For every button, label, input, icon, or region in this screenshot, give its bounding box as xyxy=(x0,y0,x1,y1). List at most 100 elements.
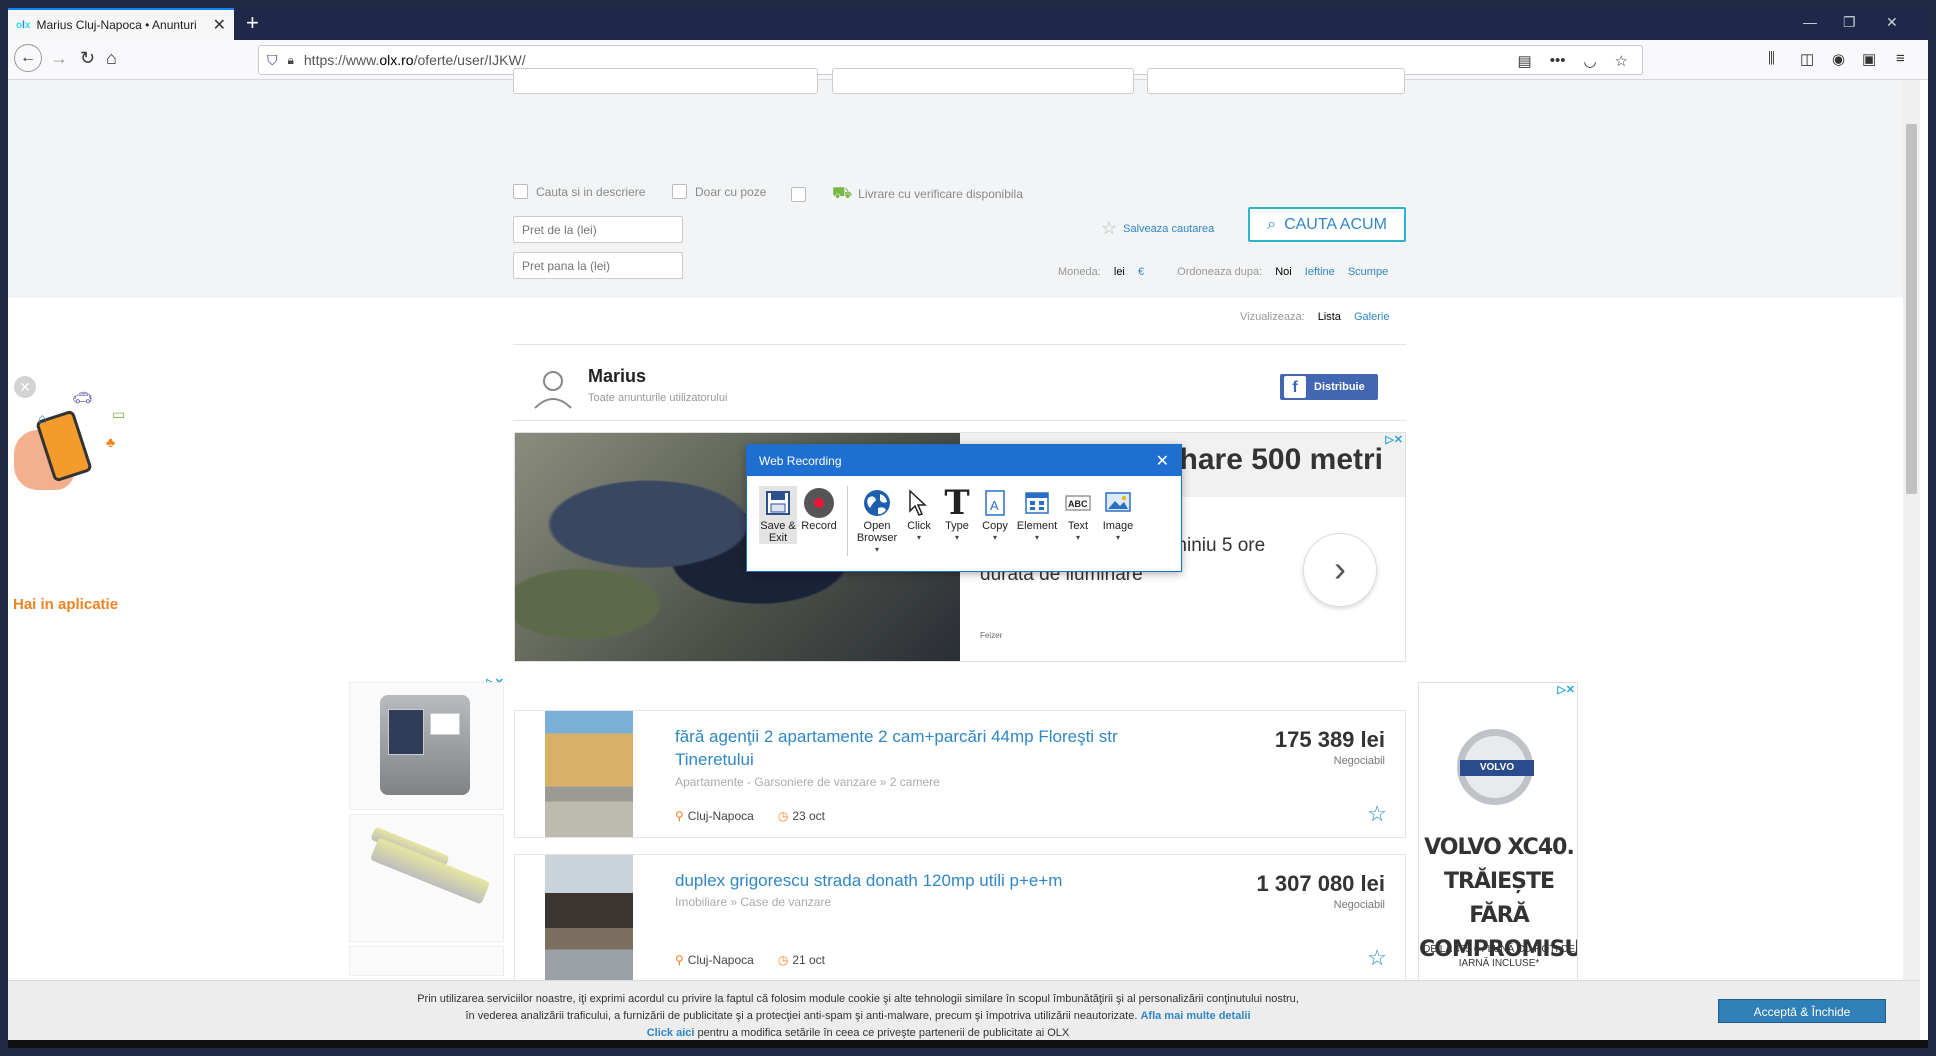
forward-icon[interactable]: → xyxy=(50,48,68,69)
listing-category: Imobiliare » Case de vanzare xyxy=(675,895,832,909)
taskbar xyxy=(8,1040,1928,1048)
user-avatar-icon xyxy=(534,371,572,409)
image-icon xyxy=(1105,492,1131,512)
checkbox-box[interactable] xyxy=(672,184,687,199)
view-gallery[interactable]: Galerie xyxy=(1354,311,1389,323)
extension-icon[interactable]: ▣ xyxy=(1862,50,1876,68)
clock-icon: ◷ xyxy=(777,953,789,967)
accept-cookies-button[interactable]: Acceptă & Închide xyxy=(1718,999,1886,1023)
new-tab-button[interactable]: + xyxy=(246,10,259,36)
scrollbar-thumb[interactable] xyxy=(1906,124,1917,494)
listing-price: 175 389 lei xyxy=(1274,727,1385,752)
favorite-star-icon[interactable]: ☆ xyxy=(1367,801,1387,827)
home-icon[interactable]: ⌂ xyxy=(106,48,117,69)
category-select[interactable] xyxy=(1147,68,1405,94)
save-exit-button[interactable]: Save & Exit xyxy=(759,486,797,544)
tab-close-icon[interactable]: ✕ xyxy=(213,15,226,35)
element-button[interactable]: Element ▾ xyxy=(1014,486,1060,544)
vertical-scrollbar[interactable] xyxy=(1903,80,1920,980)
close-icon[interactable]: ✕ xyxy=(14,376,36,398)
checkbox-box[interactable] xyxy=(791,186,806,202)
reader-view-icon[interactable]: ▤ xyxy=(1518,52,1532,70)
price-to-input[interactable] xyxy=(513,252,683,279)
listing-negotiable: Negociabil xyxy=(1333,899,1385,911)
location-input[interactable] xyxy=(832,68,1134,94)
save-search-link[interactable]: ☆ Salveaza cautarea xyxy=(1101,218,1214,239)
checkbox-box[interactable] xyxy=(513,184,528,199)
library-icon[interactable]: ⫼ xyxy=(1768,50,1775,67)
menu-icon[interactable]: ≡ xyxy=(1896,50,1905,67)
checkbox-delivery[interactable]: ⛟ Livrare cu verificare disponibila xyxy=(791,184,1023,204)
favorite-star-icon[interactable]: ☆ xyxy=(1367,945,1387,971)
checkbox-photos-only[interactable]: Doar cu poze xyxy=(672,184,766,199)
currency-lei[interactable]: lei xyxy=(1114,266,1125,278)
cookie-text-line1: Prin utilizarea serviciilor noastre, iţi… xyxy=(417,993,1299,1005)
url-text[interactable]: https://www.olx.ro/oferte/user/IJKW/ xyxy=(304,52,526,68)
reload-icon[interactable]: ↻ xyxy=(80,48,95,69)
left-side-ad[interactable]: ▷✕ xyxy=(349,677,504,980)
type-icon: T xyxy=(944,483,970,523)
web-recording-panel: Web Recording ✕ Save & Exit Record Open … xyxy=(746,444,1182,572)
sort-new[interactable]: Noi xyxy=(1275,266,1292,278)
account-icon[interactable]: ◉ xyxy=(1832,50,1845,68)
close-icon[interactable]: ✕ xyxy=(1156,451,1169,471)
adchoices-icon[interactable]: ▷✕ xyxy=(1385,433,1403,446)
open-browser-button[interactable]: Open Browser ▾ xyxy=(854,486,900,556)
sort-expensive[interactable]: Scumpe xyxy=(1348,266,1388,278)
bookmark-star-icon[interactable]: ☆ xyxy=(1615,52,1628,70)
element-icon xyxy=(1025,492,1049,514)
web-recording-header[interactable]: Web Recording ✕ xyxy=(747,445,1181,476)
clock-icon: ◷ xyxy=(777,809,789,823)
click-button[interactable]: Click ▾ xyxy=(900,486,938,544)
cookie-text-line3: pentru a modifica setările în ceea ce pr… xyxy=(697,1027,1070,1039)
listing-item[interactable]: fără agenţii 2 apartamente 2 cam+parcări… xyxy=(514,710,1406,838)
right-side-ad[interactable]: ▷✕ VOLVO VOLVO XC40. TRĂIEȘTE FĂRĂ COMPR… xyxy=(1418,682,1578,982)
sort-cheap[interactable]: Ieftine xyxy=(1305,266,1335,278)
adchoices-icon[interactable]: ▷✕ xyxy=(1557,683,1575,696)
cookie-click-here-link[interactable]: Click aici xyxy=(647,1027,695,1039)
more-actions-icon[interactable]: ••• xyxy=(1550,52,1566,70)
search-icon: ⌕ xyxy=(1267,215,1277,233)
text-button[interactable]: ABC Text ▾ xyxy=(1060,486,1096,544)
app-promo[interactable]: ✕ 🚗︎ ⌂ ▭ ♣ xyxy=(8,370,138,520)
listing-thumbnail[interactable] xyxy=(545,711,633,837)
listing-title[interactable]: duplex grigorescu strada donath 120mp ut… xyxy=(675,869,1195,892)
cookie-text-line2: în vederea analizării traficului, a furn… xyxy=(465,1010,1138,1022)
type-button[interactable]: T Type ▾ xyxy=(938,486,976,544)
chevron-right-icon[interactable]: › xyxy=(1303,533,1377,607)
record-button[interactable]: Record xyxy=(797,486,841,532)
minimize-icon[interactable]: — xyxy=(1803,14,1817,30)
search-query-input[interactable] xyxy=(513,68,818,94)
tab-olx[interactable]: olx Marius Cluj-Napoca • Anunturi ✕ xyxy=(8,8,234,40)
search-filters: Cauta si in descriere Doar cu poze ⛟ Liv… xyxy=(8,68,1920,298)
cookie-more-link[interactable]: Afla mai multe detalii xyxy=(1140,1010,1250,1022)
ad-product-lamp[interactable] xyxy=(349,682,504,810)
sidebar-icon[interactable]: ◫ xyxy=(1800,50,1814,68)
checkbox-search-description[interactable]: Cauta si in descriere xyxy=(513,184,645,199)
price-from-input[interactable] xyxy=(513,216,683,243)
window-close-icon[interactable]: ✕ xyxy=(1886,14,1898,31)
facebook-icon: f xyxy=(1284,376,1306,398)
image-button[interactable]: Image ▾ xyxy=(1096,486,1140,544)
globe-icon xyxy=(864,490,890,516)
back-icon[interactable]: ← xyxy=(14,44,42,72)
ad-product-strip[interactable] xyxy=(349,814,504,942)
pocket-icon[interactable]: ◡ xyxy=(1583,52,1596,70)
listing-price: 1 307 080 lei xyxy=(1256,871,1385,896)
ad-headline: hare 500 metri xyxy=(1179,443,1383,476)
shield-icon[interactable]: ⛉ xyxy=(267,52,278,69)
listing-title[interactable]: fără agenţii 2 apartamente 2 cam+parcări… xyxy=(675,725,1195,771)
sort-row: Moneda: lei € Ordoneaza dupa: Noi Ieftin… xyxy=(1058,266,1389,278)
currency-eur[interactable]: € xyxy=(1138,266,1144,278)
restore-icon[interactable]: ❐ xyxy=(1843,14,1856,31)
share-button[interactable]: f Distribuie xyxy=(1280,374,1378,400)
listing-item[interactable]: duplex grigorescu strada donath 120mp ut… xyxy=(514,854,1406,982)
svg-text:ABC: ABC xyxy=(1068,499,1088,509)
listing-thumbnail[interactable] xyxy=(545,855,633,981)
search-button[interactable]: ⌕ CAUTA ACUM xyxy=(1248,207,1406,242)
app-promo-text[interactable]: Hai in aplicatie xyxy=(13,596,118,613)
view-list[interactable]: Lista xyxy=(1318,311,1341,323)
lock-icon[interactable]: 🔒︎ xyxy=(288,53,294,68)
copy-button[interactable]: A Copy ▾ xyxy=(976,486,1014,544)
shirt-icon: ♣ xyxy=(106,434,116,450)
